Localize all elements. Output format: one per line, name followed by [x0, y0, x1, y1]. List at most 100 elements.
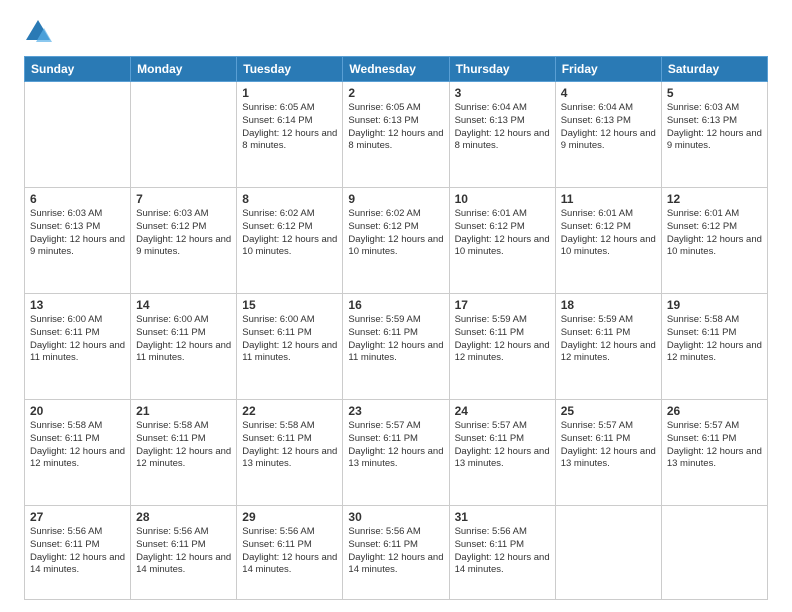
calendar-week-4: 20 Sunrise: 5:58 AM Sunset: 6:11 PM Dayli… — [25, 400, 768, 506]
calendar-cell: 19 Sunrise: 5:58 AM Sunset: 6:11 PM Dayli… — [661, 294, 767, 400]
day-number: 18 — [561, 298, 656, 312]
weekday-header-sunday: Sunday — [25, 57, 131, 82]
calendar-cell: 4Sunrise: 6:04 AM Sunset: 6:13 PM Daylig… — [555, 82, 661, 188]
day-number: 6 — [30, 192, 125, 206]
day-info: Sunrise: 6:00 AM Sunset: 6:11 PM Dayligh… — [30, 314, 125, 365]
day-info: Sunrise: 5:57 AM Sunset: 6:11 PM Dayligh… — [455, 420, 550, 471]
weekday-header-row: SundayMondayTuesdayWednesdayThursdayFrid… — [25, 57, 768, 82]
day-info: Sunrise: 6:01 AM Sunset: 6:12 PM Dayligh… — [561, 208, 656, 259]
day-info: Sunrise: 6:00 AM Sunset: 6:11 PM Dayligh… — [242, 314, 337, 365]
day-number: 25 — [561, 404, 656, 418]
calendar-week-2: 6 Sunrise: 6:03 AM Sunset: 6:13 PM Daylig… — [25, 188, 768, 294]
calendar-cell: 29 Sunrise: 5:56 AM Sunset: 6:11 PM Dayli… — [237, 506, 343, 600]
calendar-cell: 5 Sunrise: 6:03 AM Sunset: 6:13 PM Daylig… — [661, 82, 767, 188]
day-info: Sunrise: 6:04 AM Sunset: 6:13 PM Dayligh… — [455, 102, 550, 153]
calendar-cell: 21 Sunrise: 5:58 AM Sunset: 6:11 PM Dayli… — [131, 400, 237, 506]
day-number: 2 — [348, 86, 443, 100]
day-info: Sunrise: 5:56 AM Sunset: 6:11 PM Dayligh… — [242, 526, 337, 577]
calendar-cell — [131, 82, 237, 188]
day-number: 30 — [348, 510, 443, 524]
day-number: 13 — [30, 298, 125, 312]
day-number: 27 — [30, 510, 125, 524]
day-number: 19 — [667, 298, 762, 312]
calendar-cell: 14Sunrise: 6:00 AM Sunset: 6:11 PM Dayli… — [131, 294, 237, 400]
day-number: 22 — [242, 404, 337, 418]
calendar-cell — [25, 82, 131, 188]
header — [24, 18, 768, 46]
day-number: 17 — [455, 298, 550, 312]
day-number: 4 — [561, 86, 656, 100]
calendar-cell: 28 Sunrise: 5:56 AM Sunset: 6:11 PM Dayli… — [131, 506, 237, 600]
calendar-cell: 27Sunrise: 5:56 AM Sunset: 6:11 PM Dayli… — [25, 506, 131, 600]
weekday-header-wednesday: Wednesday — [343, 57, 449, 82]
calendar-week-5: 27 Sunrise: 5:56 AM Sunset: 6:11 PM Dayli… — [25, 506, 768, 600]
day-number: 7 — [136, 192, 231, 206]
day-number: 23 — [348, 404, 443, 418]
calendar-cell: 17 Sunrise: 5:59 AM Sunset: 6:11 PM Dayli… — [449, 294, 555, 400]
calendar-cell: 8Sunrise: 6:02 AM Sunset: 6:12 PM Daylig… — [237, 188, 343, 294]
weekday-header-thursday: Thursday — [449, 57, 555, 82]
weekday-header-tuesday: Tuesday — [237, 57, 343, 82]
calendar-cell: 3Sunrise: 6:04 AM Sunset: 6:13 PM Daylig… — [449, 82, 555, 188]
day-info: Sunrise: 6:01 AM Sunset: 6:12 PM Dayligh… — [667, 208, 762, 259]
day-number: 28 — [136, 510, 231, 524]
day-info: Sunrise: 5:58 AM Sunset: 6:11 PM Dayligh… — [136, 420, 231, 471]
day-number: 21 — [136, 404, 231, 418]
day-number: 29 — [242, 510, 337, 524]
day-number: 11 — [561, 192, 656, 206]
day-number: 10 — [455, 192, 550, 206]
logo — [24, 18, 56, 46]
calendar-cell: 25 Sunrise: 5:57 AM Sunset: 6:11 PM Dayli… — [555, 400, 661, 506]
calendar-cell: 15 Sunrise: 6:00 AM Sunset: 6:11 PM Dayli… — [237, 294, 343, 400]
day-info: Sunrise: 6:02 AM Sunset: 6:12 PM Dayligh… — [348, 208, 443, 259]
weekday-header-saturday: Saturday — [661, 57, 767, 82]
day-info: Sunrise: 5:57 AM Sunset: 6:11 PM Dayligh… — [561, 420, 656, 471]
day-info: Sunrise: 6:03 AM Sunset: 6:13 PM Dayligh… — [667, 102, 762, 153]
day-info: Sunrise: 6:03 AM Sunset: 6:13 PM Dayligh… — [30, 208, 125, 259]
calendar-cell: 31 Sunrise: 5:56 AM Sunset: 6:11 PM Dayli… — [449, 506, 555, 600]
day-info: Sunrise: 5:56 AM Sunset: 6:11 PM Dayligh… — [136, 526, 231, 577]
day-info: Sunrise: 5:59 AM Sunset: 6:11 PM Dayligh… — [348, 314, 443, 365]
day-info: Sunrise: 6:03 AM Sunset: 6:12 PM Dayligh… — [136, 208, 231, 259]
day-number: 12 — [667, 192, 762, 206]
calendar-cell: 30 Sunrise: 5:56 AM Sunset: 6:11 PM Dayli… — [343, 506, 449, 600]
calendar-cell: 24 Sunrise: 5:57 AM Sunset: 6:11 PM Dayli… — [449, 400, 555, 506]
day-number: 9 — [348, 192, 443, 206]
day-info: Sunrise: 6:05 AM Sunset: 6:14 PM Dayligh… — [242, 102, 337, 153]
day-number: 1 — [242, 86, 337, 100]
calendar-cell: 22Sunrise: 5:58 AM Sunset: 6:11 PM Dayli… — [237, 400, 343, 506]
calendar-cell: 1 Sunrise: 6:05 AM Sunset: 6:14 PM Daylig… — [237, 82, 343, 188]
day-info: Sunrise: 5:59 AM Sunset: 6:11 PM Dayligh… — [561, 314, 656, 365]
day-info: Sunrise: 5:56 AM Sunset: 6:11 PM Dayligh… — [348, 526, 443, 577]
calendar-cell: 18 Sunrise: 5:59 AM Sunset: 6:11 PM Dayli… — [555, 294, 661, 400]
calendar-cell: 6 Sunrise: 6:03 AM Sunset: 6:13 PM Daylig… — [25, 188, 131, 294]
day-number: 20 — [30, 404, 125, 418]
day-number: 24 — [455, 404, 550, 418]
calendar-week-1: 1 Sunrise: 6:05 AM Sunset: 6:14 PM Daylig… — [25, 82, 768, 188]
calendar-cell: 10Sunrise: 6:01 AM Sunset: 6:12 PM Dayli… — [449, 188, 555, 294]
calendar-cell: 12 Sunrise: 6:01 AM Sunset: 6:12 PM Dayli… — [661, 188, 767, 294]
calendar-cell — [555, 506, 661, 600]
day-number: 16 — [348, 298, 443, 312]
weekday-header-monday: Monday — [131, 57, 237, 82]
day-info: Sunrise: 5:59 AM Sunset: 6:11 PM Dayligh… — [455, 314, 550, 365]
day-number: 26 — [667, 404, 762, 418]
weekday-header-friday: Friday — [555, 57, 661, 82]
calendar-cell: 20 Sunrise: 5:58 AM Sunset: 6:11 PM Dayli… — [25, 400, 131, 506]
day-info: Sunrise: 5:58 AM Sunset: 6:11 PM Dayligh… — [667, 314, 762, 365]
day-info: Sunrise: 5:58 AM Sunset: 6:11 PM Dayligh… — [30, 420, 125, 471]
day-number: 15 — [242, 298, 337, 312]
calendar-cell: 9 Sunrise: 6:02 AM Sunset: 6:12 PM Daylig… — [343, 188, 449, 294]
page: SundayMondayTuesdayWednesdayThursdayFrid… — [0, 0, 792, 612]
calendar-cell: 26 Sunrise: 5:57 AM Sunset: 6:11 PM Dayli… — [661, 400, 767, 506]
day-number: 5 — [667, 86, 762, 100]
calendar-cell: 13 Sunrise: 6:00 AM Sunset: 6:11 PM Dayli… — [25, 294, 131, 400]
calendar-cell: 16 Sunrise: 5:59 AM Sunset: 6:11 PM Dayli… — [343, 294, 449, 400]
day-info: Sunrise: 6:00 AM Sunset: 6:11 PM Dayligh… — [136, 314, 231, 365]
day-info: Sunrise: 5:57 AM Sunset: 6:11 PM Dayligh… — [667, 420, 762, 471]
calendar-cell: 23Sunrise: 5:57 AM Sunset: 6:11 PM Dayli… — [343, 400, 449, 506]
day-info: Sunrise: 6:05 AM Sunset: 6:13 PM Dayligh… — [348, 102, 443, 153]
day-info: Sunrise: 5:56 AM Sunset: 6:11 PM Dayligh… — [455, 526, 550, 577]
calendar-cell: 7 Sunrise: 6:03 AM Sunset: 6:12 PM Daylig… — [131, 188, 237, 294]
day-number: 31 — [455, 510, 550, 524]
